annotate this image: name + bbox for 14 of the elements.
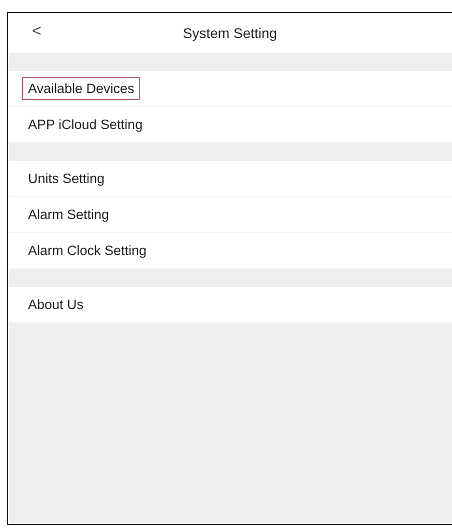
settings-item[interactable]: About Us [8,287,452,323]
item-label: Alarm Setting [27,206,110,224]
screen-title: System Setting [182,25,278,41]
settings-item[interactable]: Alarm Clock Setting [8,233,452,269]
settings-item[interactable]: Available Devices [8,71,452,107]
item-label: Alarm Clock Setting [27,242,148,260]
item-label: APP iCloud Setting [27,116,144,134]
settings-item[interactable]: Alarm Setting [8,197,452,233]
item-label: Units Setting [27,170,106,188]
item-label: Available Devices [22,77,140,100]
settings-item[interactable]: Units Setting [8,161,452,197]
item-label: About Us [27,296,85,314]
settings-item[interactable]: APP iCloud Setting [8,107,452,143]
back-button[interactable]: < [28,21,46,43]
